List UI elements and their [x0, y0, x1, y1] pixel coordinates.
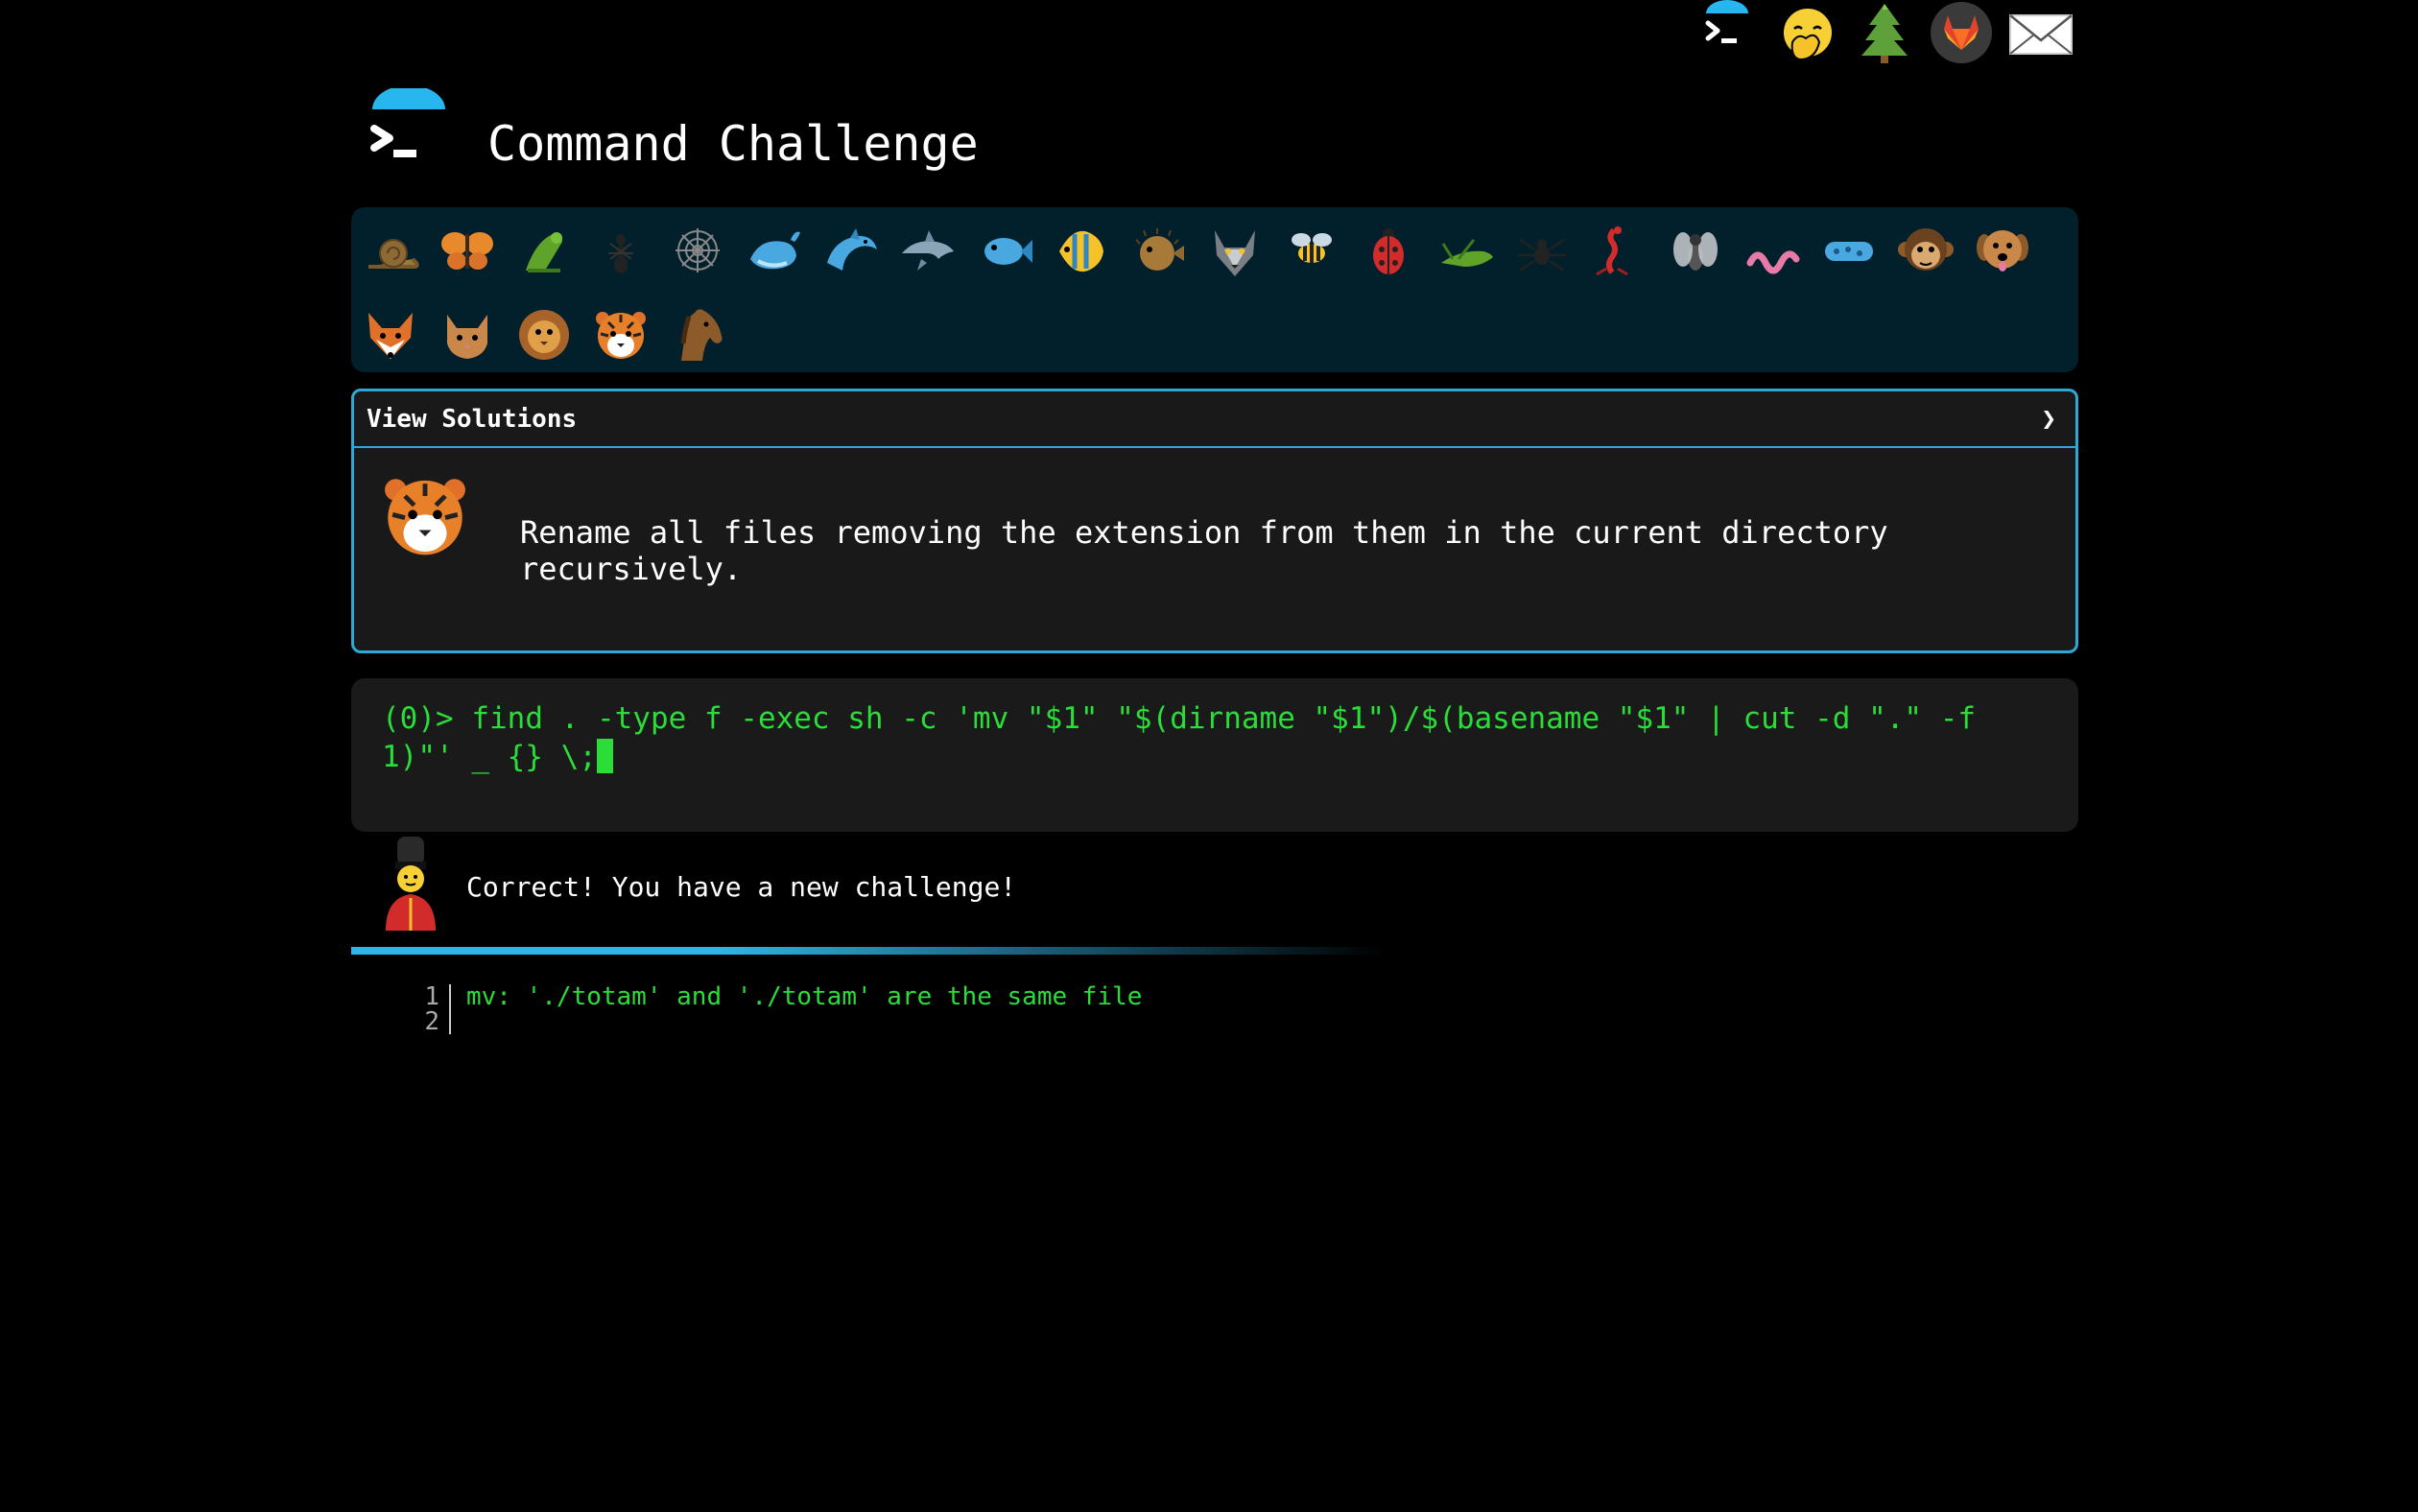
gitlab-icon[interactable] — [1931, 0, 1992, 69]
line-number: 2 — [424, 1007, 439, 1036]
blowfish-badge-icon[interactable] — [1128, 221, 1188, 280]
result-message: Correct! You have a new challenge! — [466, 871, 1017, 903]
guardsman-icon — [376, 835, 445, 931]
christmas-tree-icon[interactable] — [1854, 0, 1915, 69]
gutter-divider — [449, 984, 451, 1009]
lion-badge-icon[interactable] — [514, 305, 574, 365]
fish-badge-icon[interactable] — [975, 221, 1034, 280]
scorpion-badge-icon[interactable] — [1589, 221, 1648, 280]
chevron-right-icon: ❯ — [2041, 405, 2056, 434]
tiger-badge-icon[interactable] — [591, 305, 651, 365]
horse-badge-icon[interactable] — [668, 305, 727, 365]
bug-badge-icon[interactable] — [514, 221, 574, 280]
cat-badge-icon[interactable] — [438, 305, 497, 365]
line-number: 1 — [424, 982, 439, 1011]
tiger-icon — [377, 465, 473, 567]
prompt-prefix: (0)> — [382, 701, 472, 736]
lady-beetle-badge-icon[interactable] — [1359, 221, 1418, 280]
wolf-badge-icon[interactable] — [1205, 221, 1265, 280]
envelope-icon[interactable] — [2007, 0, 2073, 69]
hand-over-mouth-face-icon[interactable] — [1777, 0, 1838, 69]
challenge-description: Rename all files removing the extension … — [520, 514, 1888, 587]
bee-badge-icon[interactable] — [1282, 221, 1341, 280]
view-solutions-label: View Solutions — [367, 405, 578, 434]
fox-badge-icon[interactable] — [361, 305, 420, 365]
microbe-badge-icon[interactable] — [1819, 221, 1879, 280]
logo-icon[interactable] — [365, 84, 449, 177]
gutter-divider — [449, 1009, 451, 1034]
top-nav — [1696, 0, 2080, 73]
spider-badge-icon[interactable] — [1512, 221, 1572, 280]
butterfly-badge-icon[interactable] — [438, 221, 497, 280]
tropical-fish-badge-icon[interactable] — [1052, 221, 1111, 280]
page-title: Command Challenge — [487, 116, 979, 172]
dolphin-badge-icon[interactable] — [821, 221, 881, 280]
command-text: find . -type f -exec sh -c 'mv "$1" "$(d… — [382, 701, 1977, 774]
snail-badge-icon[interactable] — [361, 221, 420, 280]
monkey-badge-icon[interactable] — [1896, 221, 1956, 280]
output-text: mv: './totam' and './totam' are the same… — [466, 982, 1143, 1011]
text-cursor — [596, 739, 613, 773]
ant-badge-icon[interactable] — [591, 221, 651, 280]
fly-badge-icon[interactable] — [1666, 221, 1725, 280]
progress-bar — [351, 947, 1387, 955]
terminal-icon[interactable] — [1696, 0, 1758, 69]
dog-badge-icon[interactable] — [1973, 221, 2032, 280]
command-input[interactable]: (0)> find . -type f -exec sh -c 'mv "$1"… — [351, 678, 2078, 832]
dolphin-badge-icon[interactable] — [898, 221, 958, 280]
cricket-badge-icon[interactable] — [1435, 221, 1495, 280]
view-solutions-toggle[interactable]: View Solutions ❯ — [354, 391, 2075, 448]
worm-badge-icon[interactable] — [1742, 221, 1802, 280]
whale-badge-icon[interactable] — [745, 221, 804, 280]
challenge-panel: View Solutions ❯ Rename all files removi… — [351, 389, 2078, 653]
spider-web-badge-icon[interactable] — [668, 221, 727, 280]
badge-strip — [351, 207, 2078, 372]
